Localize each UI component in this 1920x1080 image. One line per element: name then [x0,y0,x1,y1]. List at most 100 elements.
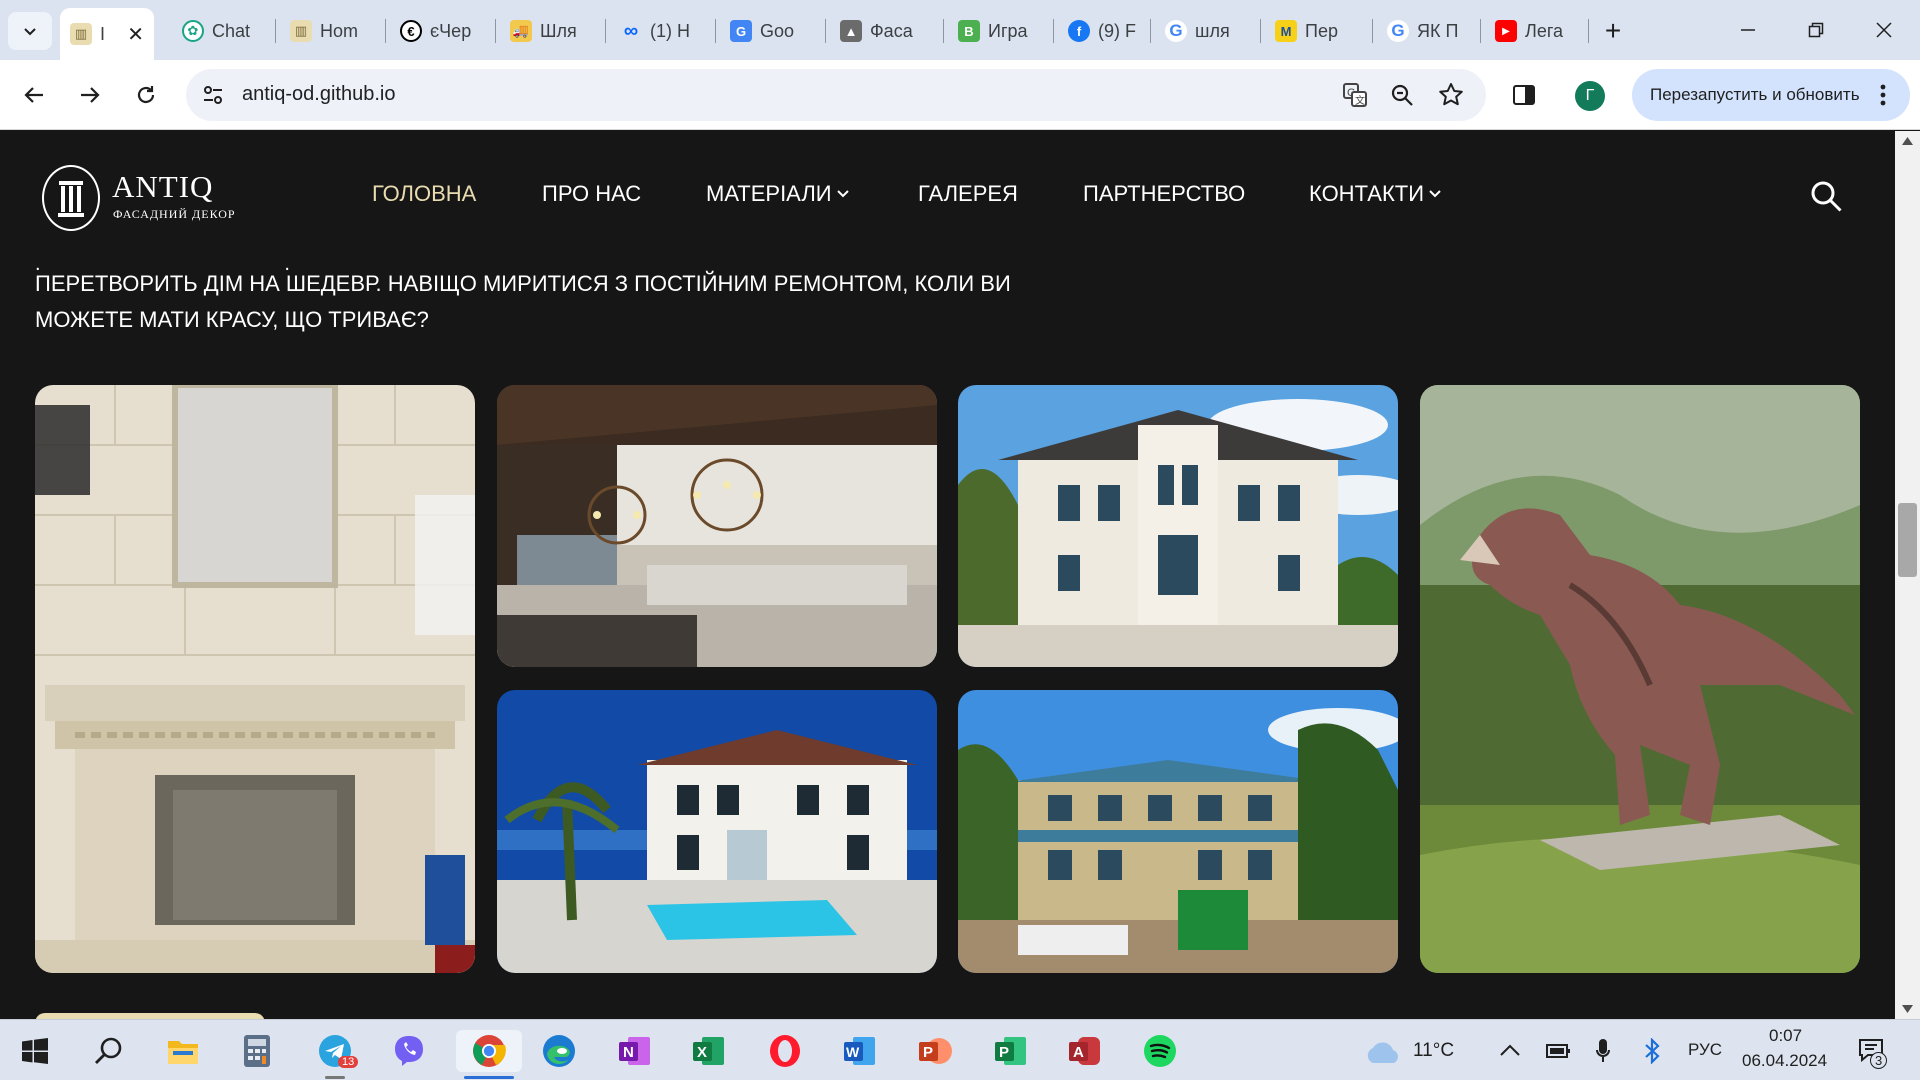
relaunch-label: Перезапустить и обновить [1650,85,1860,104]
tab-divider [1260,19,1261,43]
file-explorer-button[interactable] [162,1030,204,1072]
nav-gallery[interactable]: ГАЛЕРЕЯ [918,181,1018,207]
forward-button[interactable] [68,73,112,117]
back-button[interactable] [12,73,56,117]
weather-temperature[interactable]: 11°C [1413,1040,1454,1062]
bookmark-star-icon[interactable] [1438,82,1464,108]
reload-button[interactable] [124,73,168,117]
tab-title: I [100,23,106,44]
browser-toolbar: antiq-od.github.io G文 Г Перезапустить и … [0,60,1920,130]
side-panel-icon[interactable] [1512,83,1536,107]
access-button[interactable]: A [1064,1030,1106,1072]
tab-title: єЧер [430,20,472,41]
tab-pere[interactable]: M Пер [1265,12,1365,50]
plus-icon: + [1604,15,1622,46]
search-button[interactable] [88,1030,130,1072]
excel-button[interactable]: X [688,1030,730,1072]
more-vertical-icon[interactable] [1880,84,1886,106]
powerpoint-icon: P [919,1038,952,1064]
nav-partnership[interactable]: ПАРТНЕРСТВО [1083,181,1245,207]
viber-button[interactable] [388,1030,430,1072]
tab-divider [1588,19,1589,43]
running-indicator [464,1076,514,1079]
start-button[interactable] [14,1030,56,1072]
nav-home[interactable]: ГОЛОВНА [372,181,476,207]
calculator-button[interactable] [236,1030,278,1072]
nav-contacts[interactable]: КОНТАКТИ [1309,181,1442,207]
tab-title: Лега [1525,20,1564,41]
close-tab-icon[interactable]: ✕ [127,22,144,47]
site-settings-icon[interactable] [202,84,224,106]
tab-shlya[interactable]: 🚚 Шля [500,12,600,50]
kitchen-photo[interactable] [497,385,937,667]
construction-photo[interactable] [958,690,1398,973]
tab-meta[interactable]: ∞ (1) Н [610,12,710,50]
tab-search-button[interactable] [8,12,52,50]
translate-icon[interactable]: G文 [1342,82,1368,108]
tab-facebook[interactable]: f (9) F [1058,12,1158,50]
tab-chat[interactable]: ✿ Chat [172,12,272,50]
tab-active[interactable]: ▥ I ✕ [60,8,154,60]
tab-title: (1) Н [650,20,690,41]
column-icon: ▥ [70,23,92,45]
minimize-button[interactable] [1714,0,1782,60]
tab-fasad[interactable]: ▲ Фаса [830,12,940,50]
site-logo[interactable]: ANTIQ ФАСАДНИЙ ДЕКОР [42,163,242,233]
minimize-icon [1741,29,1755,31]
telegram-button[interactable]: 13 [314,1030,359,1072]
pool-house-photo[interactable] [497,690,937,973]
tab-title: (9) F [1098,20,1136,41]
microphone-icon[interactable] [1596,1038,1610,1064]
close-window-button[interactable] [1850,0,1918,60]
bluetooth-icon[interactable] [1644,1038,1660,1064]
chevron-up-icon[interactable] [1500,1044,1520,1056]
powerpoint-button[interactable]: P [914,1030,956,1072]
running-indicator [325,1076,345,1079]
tab-yak[interactable]: G ЯК П [1377,12,1477,50]
clock-date[interactable]: 06.04.2024 [1742,1051,1827,1071]
google-icon: G [1387,20,1409,42]
opera-button[interactable] [764,1030,806,1072]
telegram-unread-badge: 13 [338,1056,359,1068]
edge-button[interactable] [538,1030,580,1072]
scrollbar-thumb[interactable] [1898,503,1917,577]
spotify-button[interactable] [1139,1030,1181,1072]
cloud-weather-icon[interactable] [1364,1040,1402,1064]
facebook-icon: f [1068,20,1090,42]
nav-materials[interactable]: МАТЕРІАЛИ [706,181,850,207]
search-icon[interactable] [1808,178,1844,214]
fireplace-photo[interactable] [35,385,475,973]
battery-icon[interactable] [1545,1040,1571,1062]
intro-line: МОЖЕТЕ МАТИ КРАСУ, ЩО ТРИВАЄ? [35,307,429,332]
tab-google-translate[interactable]: G Goo [720,12,820,50]
tab-google-search[interactable]: Gшля [1155,12,1255,50]
nav-label: ПРО НАС [542,181,642,206]
project-button[interactable]: P [990,1030,1032,1072]
restore-button[interactable] [1782,0,1850,60]
folder-icon [168,1041,198,1064]
clock-time[interactable]: 0:07 [1769,1026,1802,1046]
chrome-button[interactable] [456,1030,522,1072]
tab-home[interactable]: ▥ Hom [280,12,380,50]
tab-divider [1150,19,1151,43]
zoom-icon[interactable] [1390,83,1414,107]
scroll-down-arrow-icon[interactable] [1902,1005,1913,1013]
tab-echer[interactable]: € єЧер [390,12,490,50]
new-tab-button[interactable]: + [1593,12,1633,50]
word-button[interactable]: W [839,1030,881,1072]
nav-about[interactable]: ПРО НАС [542,181,641,207]
villa-photo[interactable] [958,385,1398,667]
dinosaur-photo[interactable] [1420,385,1860,973]
address-bar[interactable]: antiq-od.github.io G文 [186,69,1486,121]
input-language[interactable]: РУС [1688,1040,1722,1060]
profile-avatar[interactable]: Г [1575,81,1605,111]
tab-divider [825,19,826,43]
relaunch-update-button[interactable]: Перезапустить и обновить [1632,69,1910,121]
windows-taskbar: 13 N X W P P A 11°C РУС 0:07 06.04.2024 … [0,1019,1920,1080]
tab-youtube[interactable]: ▶ Лега [1485,12,1585,50]
onenote-button[interactable]: N [614,1030,656,1072]
windows-logo-icon [22,1038,48,1064]
letter-b-icon: B [958,20,980,42]
scroll-up-arrow-icon[interactable] [1902,137,1913,145]
tab-igra[interactable]: B Игра [948,12,1048,50]
